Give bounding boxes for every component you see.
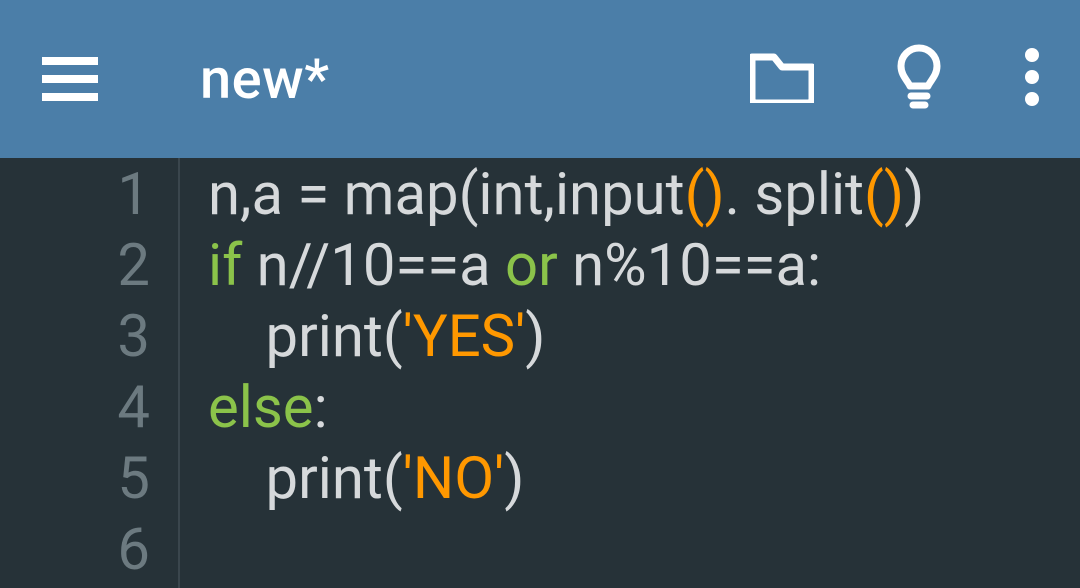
more-vert-icon bbox=[1024, 47, 1040, 107]
overflow-menu-button[interactable] bbox=[1024, 47, 1040, 111]
hamburger-icon bbox=[42, 57, 98, 101]
code-area[interactable]: n,a = map(int,input(). split())if n//10=… bbox=[180, 158, 1080, 588]
code-editor[interactable]: 123456 n,a = map(int,input(). split())if… bbox=[0, 158, 1080, 588]
code-line: print('YES') bbox=[208, 302, 1080, 373]
line-number: 1 bbox=[0, 160, 150, 231]
open-folder-button[interactable] bbox=[750, 51, 814, 107]
line-number: 3 bbox=[0, 302, 150, 373]
code-line: else: bbox=[208, 373, 1080, 444]
code-line: n,a = map(int,input(). split()) bbox=[208, 160, 1080, 231]
menu-button[interactable] bbox=[40, 49, 100, 109]
line-number: 2 bbox=[0, 231, 150, 302]
folder-icon bbox=[750, 51, 814, 103]
hint-button[interactable] bbox=[894, 44, 944, 114]
file-title: new* bbox=[200, 46, 750, 112]
line-number: 4 bbox=[0, 373, 150, 444]
line-number: 6 bbox=[0, 515, 150, 586]
code-line: print('NO') bbox=[208, 444, 1080, 515]
toolbar-actions bbox=[750, 44, 1040, 114]
code-line: if n//10==a or n%10==a: bbox=[208, 231, 1080, 302]
line-number: 5 bbox=[0, 444, 150, 515]
app-toolbar: new* bbox=[0, 0, 1080, 158]
code-line bbox=[208, 515, 1080, 586]
line-number-gutter: 123456 bbox=[0, 158, 180, 588]
lightbulb-icon bbox=[894, 44, 944, 110]
